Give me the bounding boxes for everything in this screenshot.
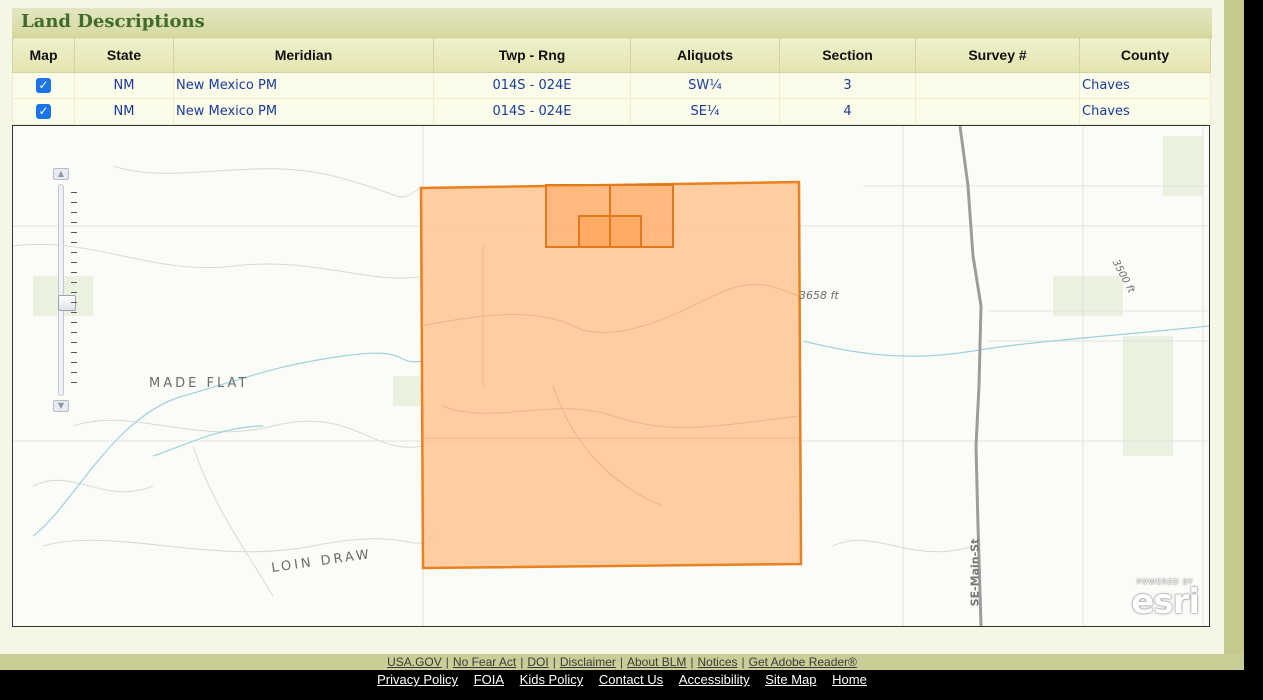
state-cell: NM: [74, 98, 174, 125]
col-header-section: Section: [779, 37, 916, 73]
col-header-county: County: [1079, 37, 1211, 73]
zoom-slider[interactable]: ▲ ▼: [53, 168, 77, 414]
county-cell: Chaves: [1079, 72, 1211, 99]
map-cell: ✓: [12, 98, 75, 125]
map-cell: ✓: [12, 72, 75, 99]
footer-link-accessibility[interactable]: Accessibility: [679, 672, 750, 687]
footer-link-usagov[interactable]: USA.GOV: [387, 655, 442, 669]
footer-separator: |: [690, 655, 694, 669]
zoom-out-button[interactable]: ▼: [53, 400, 69, 412]
zoom-in-button[interactable]: ▲: [53, 168, 69, 180]
survey-cell: [915, 72, 1080, 99]
footer-link-doi[interactable]: DOI: [527, 655, 548, 669]
col-header-map: Map: [12, 37, 75, 73]
land-descriptions-header: Land Descriptions: [12, 8, 1212, 38]
footer-link-disclaimer[interactable]: Disclaimer: [560, 655, 616, 669]
footer-links-secondary: Privacy Policy FOIA Kids Policy Contact …: [0, 670, 1244, 700]
footer-separator: |: [619, 655, 623, 669]
section-cell: 3: [779, 72, 916, 99]
footer-link-notices[interactable]: Notices: [698, 655, 738, 669]
page-edge: [1244, 0, 1263, 700]
esri-attribution[interactable]: POWERED BY esri: [1131, 578, 1200, 622]
survey-cell: [915, 98, 1080, 125]
map-checkbox[interactable]: ✓: [36, 78, 51, 93]
footer-separator: |: [741, 655, 745, 669]
footer-link-about-blm[interactable]: About BLM: [627, 655, 686, 669]
footer-separator: |: [552, 655, 556, 669]
col-header-twp-rng: Twp - Rng: [433, 37, 631, 73]
footer-link-adobe-reader[interactable]: Get Adobe Reader®: [749, 655, 857, 669]
zoom-ticks: [71, 192, 77, 392]
footer-link-kids-policy[interactable]: Kids Policy: [520, 672, 584, 687]
footer-link-site-map[interactable]: Site Map: [765, 672, 816, 687]
page-side-band: [1224, 0, 1244, 700]
aliquots-cell: SE¼: [630, 98, 780, 125]
col-header-aliquots: Aliquots: [630, 37, 780, 73]
footer-link-privacy-policy[interactable]: Privacy Policy: [377, 672, 458, 687]
meridian-cell: New Mexico PM: [173, 98, 434, 125]
map-viewer[interactable]: MADE FLAT LOIN DRAW 3658 ft 3500 ft SE-M…: [12, 125, 1210, 627]
zoom-track[interactable]: [58, 184, 76, 396]
county-cell: Chaves: [1079, 98, 1211, 125]
aliquots-cell: SW¼: [630, 72, 780, 99]
state-cell: NM: [74, 72, 174, 99]
section-cell: 4: [779, 98, 916, 125]
footer-link-no-fear-act[interactable]: No Fear Act: [453, 655, 516, 669]
footer-link-home[interactable]: Home: [832, 672, 867, 687]
footer-links-primary: USA.GOV | No Fear Act | DOI | Disclaimer | About…: [0, 654, 1244, 670]
section-title: Land Descriptions: [21, 11, 205, 32]
table-row: ✓ NM New Mexico PM 014S - 024E SW¼ 3 Cha…: [12, 72, 1211, 99]
footer-separator: |: [445, 655, 449, 669]
footer-link-contact-us[interactable]: Contact Us: [599, 672, 663, 687]
map-checkbox[interactable]: ✓: [36, 104, 51, 119]
col-header-survey: Survey #: [915, 37, 1080, 73]
footer-link-foia[interactable]: FOIA: [474, 672, 504, 687]
map-label-road: SE-Main-St: [968, 538, 982, 607]
land-descriptions-table: Map State Meridian Twp - Rng Aliquots Se…: [12, 37, 1211, 125]
map-label-elevation-3658: 3658 ft: [799, 289, 839, 302]
col-header-meridian: Meridian: [173, 37, 434, 73]
esri-logo: esri: [1131, 582, 1200, 622]
map-label-made-flat: MADE FLAT: [149, 376, 250, 391]
table-row: ✓ NM New Mexico PM 014S - 024E SE¼ 4 Cha…: [12, 98, 1211, 125]
footer-separator: |: [520, 655, 524, 669]
col-header-state: State: [74, 37, 174, 73]
meridian-cell: New Mexico PM: [173, 72, 434, 99]
table-header-row: Map State Meridian Twp - Rng Aliquots Se…: [12, 37, 1211, 73]
twp-rng-cell: 014S - 024E: [433, 72, 631, 99]
twp-rng-cell: 014S - 024E: [433, 98, 631, 125]
